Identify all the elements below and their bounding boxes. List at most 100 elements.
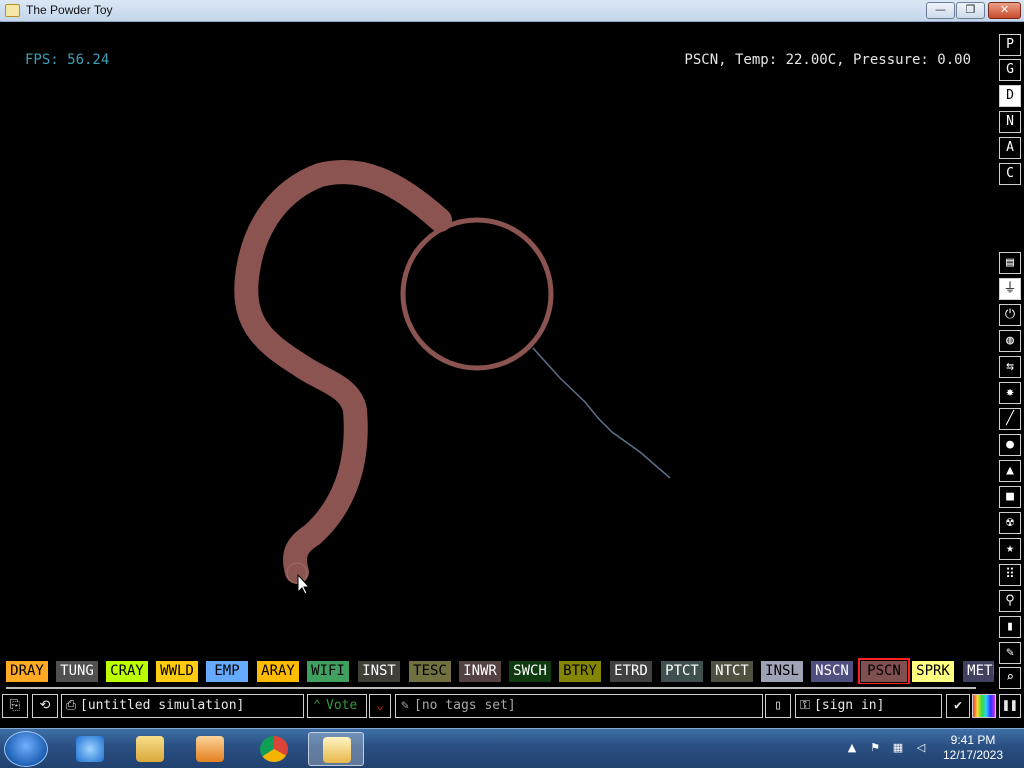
- gases-icon[interactable]: ╱: [999, 408, 1021, 430]
- simulation-drawing: [234, 160, 671, 595]
- solids-icon[interactable]: ■: [999, 486, 1021, 508]
- save-simulation-button[interactable]: ⎙ [untitled simulation]: [61, 694, 304, 718]
- sensors-icon[interactable]: ◍: [999, 330, 1021, 352]
- tag-icon: ✎: [401, 698, 409, 713]
- element-pscn-button[interactable]: PSCN: [858, 658, 910, 684]
- element-wifi-button[interactable]: WIFI: [307, 661, 349, 682]
- element-insl-button[interactable]: INSL: [761, 661, 803, 682]
- element-nscn-button[interactable]: NSCN: [811, 661, 853, 682]
- settings-icon: ✔: [954, 698, 962, 713]
- element-dray-button[interactable]: DRAY: [6, 661, 48, 682]
- taskbar: ▲ ⚑ ▦ ◁ 9:41 PM 12/17/2023: [0, 728, 1024, 768]
- special-icon[interactable]: ★: [999, 538, 1021, 560]
- element-emp-button[interactable]: EMP: [206, 661, 248, 682]
- walls-icon[interactable]: ▤: [999, 252, 1021, 274]
- internet-explorer-icon: [76, 736, 104, 762]
- taskbar-file-explorer[interactable]: [122, 732, 178, 766]
- element-ptct-button[interactable]: PTCT: [661, 661, 703, 682]
- element-info-readout: PSCN, Temp: 22.00C, Pressure: 0.00: [684, 52, 971, 68]
- bottom-bar: ⎘ ⟲ ⎙ [untitled simulation] ⌃ Vote ⌄ ✎ [no …: [0, 694, 1024, 720]
- key-icon: ⚿: [800, 698, 810, 713]
- render-mode-c-button[interactable]: C: [999, 163, 1021, 185]
- tags-label: [no tags set]: [414, 698, 516, 713]
- sign-in-button[interactable]: ⚿ [sign in]: [795, 694, 942, 718]
- settings-button[interactable]: ✔: [946, 694, 970, 718]
- powders-icon[interactable]: ▲: [999, 460, 1021, 482]
- media-player-icon: [196, 736, 224, 762]
- show-hidden-icons[interactable]: ▲: [845, 741, 859, 755]
- folder-icon: ⎘: [9, 698, 21, 713]
- thumbs-down-icon: ⌄: [376, 698, 384, 713]
- element-tesc-button[interactable]: TESC: [409, 661, 451, 682]
- pause-icon: ❚❚: [1002, 698, 1018, 713]
- network-icon[interactable]: ▦: [891, 741, 905, 755]
- render-options-button[interactable]: [972, 694, 996, 718]
- system-clock[interactable]: 9:41 PM 12/17/2023: [938, 733, 1008, 763]
- favorites-icon[interactable]: ▮: [999, 616, 1021, 638]
- element-sprk-button[interactable]: SPRK: [912, 661, 954, 682]
- element-wwld-button[interactable]: WWLD: [156, 661, 198, 682]
- tools-icon[interactable]: ⚲: [999, 590, 1021, 612]
- volume-muted-icon[interactable]: ◁: [914, 741, 928, 755]
- element-btry-button[interactable]: BTRY: [559, 661, 601, 682]
- thumbs-up-icon: ⌃: [313, 698, 321, 713]
- liquids-icon[interactable]: ●: [999, 434, 1021, 456]
- element-etrd-button[interactable]: ETRD: [610, 661, 652, 682]
- radioactive-icon[interactable]: ☢: [999, 512, 1021, 534]
- pscn-circle: [400, 217, 554, 371]
- taskbar-chrome[interactable]: [246, 732, 302, 766]
- powder-toy-icon: [323, 737, 351, 763]
- save-icon: ⎙: [65, 698, 77, 713]
- spark-trail: [532, 347, 671, 479]
- render-mode-p-button[interactable]: P: [999, 34, 1021, 56]
- powered-icon[interactable]: ⏻: [999, 304, 1021, 326]
- folder-icon: [136, 736, 164, 762]
- decoration-icon[interactable]: ✎: [999, 642, 1021, 664]
- title-bar[interactable]: The Powder Toy — ❐ ✕: [0, 0, 1024, 22]
- window-title: The Powder Toy: [26, 3, 113, 17]
- open-simulation-button[interactable]: ⎘: [2, 694, 28, 718]
- taskbar-media-player[interactable]: [182, 732, 238, 766]
- tags-button[interactable]: ✎ [no tags set]: [395, 694, 763, 718]
- element-swch-button[interactable]: SWCH: [509, 661, 551, 682]
- pause-button[interactable]: ❚❚: [999, 694, 1021, 718]
- render-mode-g-button[interactable]: G: [999, 59, 1021, 81]
- element-ntct-button[interactable]: NTCT: [711, 661, 753, 682]
- clear-simulation-button[interactable]: ▯: [765, 694, 791, 718]
- simulation-canvas[interactable]: [0, 22, 994, 660]
- search-icon[interactable]: ⌕: [999, 667, 1021, 689]
- action-center-icon[interactable]: ⚑: [868, 741, 882, 755]
- element-inst-button[interactable]: INST: [358, 661, 400, 682]
- element-metl-button[interactable]: METL: [963, 661, 994, 682]
- clock-date: 12/17/2023: [942, 748, 1004, 762]
- close-button[interactable]: ✕: [988, 2, 1021, 19]
- render-mode-n-button[interactable]: N: [999, 111, 1021, 133]
- app-window: The Powder Toy — ❐ ✕ FPS: 56.24 PSCN, Te…: [0, 0, 1024, 728]
- maximize-button[interactable]: ❐: [956, 2, 985, 19]
- taskbar-powder-toy[interactable]: [308, 732, 364, 766]
- render-mode-a-button[interactable]: A: [999, 137, 1021, 159]
- fps-counter: FPS: 56.24: [25, 52, 110, 68]
- element-bar-scrollbar[interactable]: [6, 687, 976, 689]
- start-button[interactable]: [4, 731, 48, 767]
- element-aray-button[interactable]: ARAY: [257, 661, 299, 682]
- element-inwr-button[interactable]: INWR: [459, 661, 501, 682]
- vote-label: Vote: [326, 698, 358, 713]
- new-file-icon: ▯: [774, 698, 782, 713]
- render-mode-d-button[interactable]: D: [999, 85, 1021, 107]
- element-tung-button[interactable]: TUNG: [56, 661, 98, 682]
- life-icon[interactable]: ⠿: [999, 564, 1021, 586]
- force-icon[interactable]: ⇆: [999, 356, 1021, 378]
- taskbar-internet-explorer[interactable]: [62, 732, 118, 766]
- minimize-button[interactable]: —: [926, 2, 955, 19]
- element-cray-button[interactable]: CRAY: [106, 661, 148, 682]
- clock-time: 9:41 PM: [950, 733, 996, 747]
- reload-icon: ⟲: [39, 698, 51, 713]
- explosives-icon[interactable]: ✸: [999, 382, 1021, 404]
- vote-down-button[interactable]: ⌄: [369, 694, 391, 718]
- electronics-icon[interactable]: ⏚: [999, 278, 1021, 300]
- chrome-icon: [260, 736, 288, 762]
- vote-up-button[interactable]: ⌃ Vote: [307, 694, 367, 718]
- sign-in-label: [sign in]: [814, 698, 885, 713]
- reload-button[interactable]: ⟲: [32, 694, 58, 718]
